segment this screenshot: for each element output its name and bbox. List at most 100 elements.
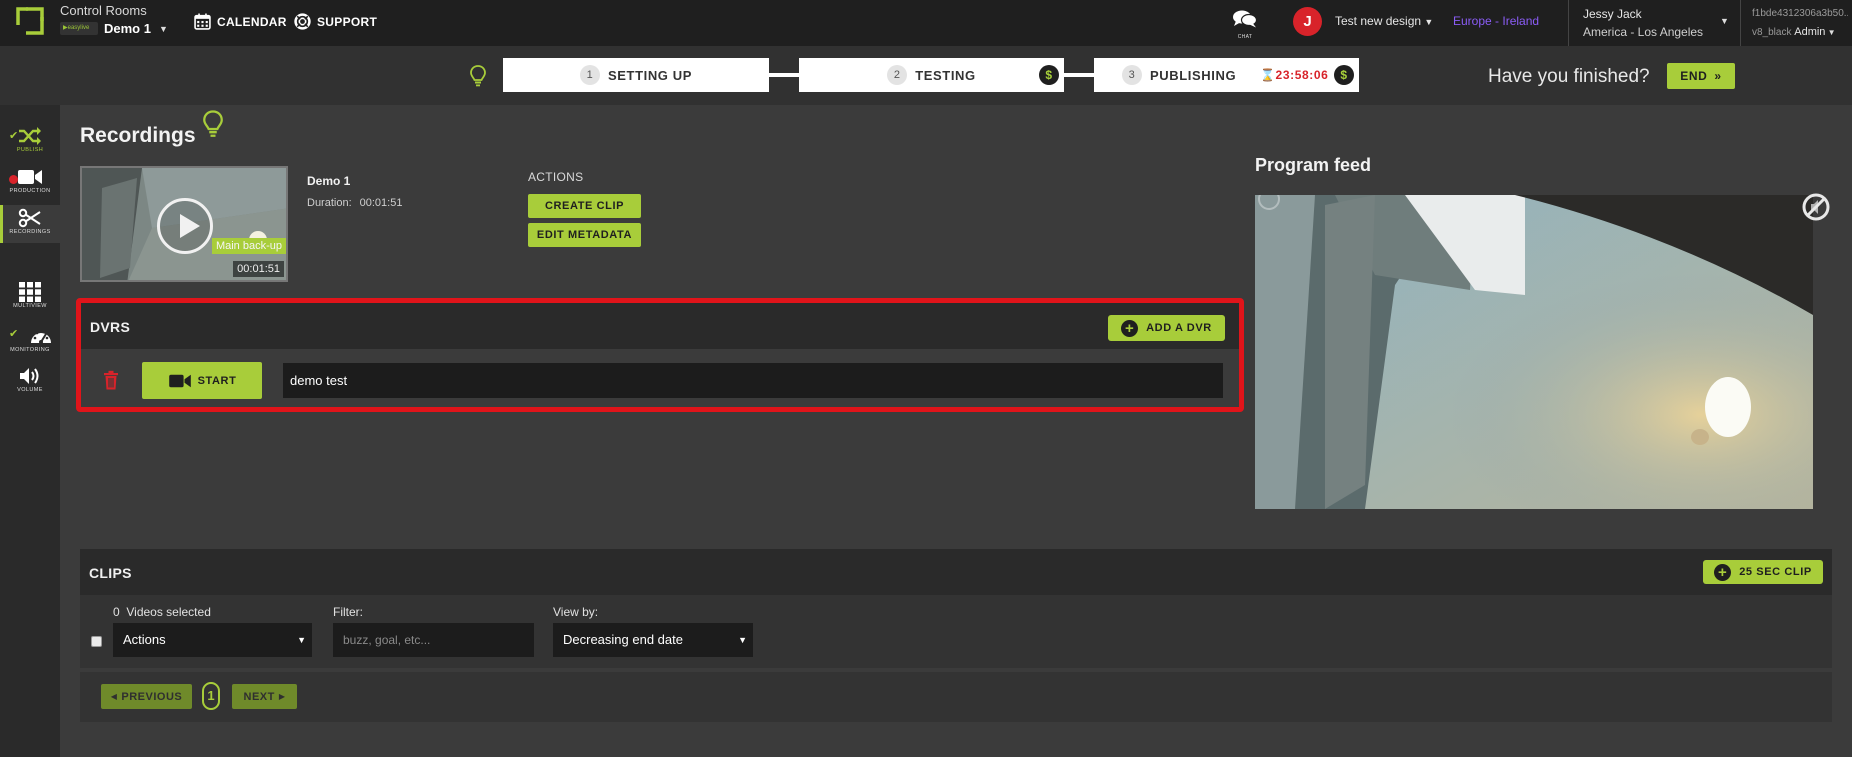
current-page[interactable]: 1 [202,682,220,710]
end-label: END [1680,69,1708,83]
add-clip-label: 25 SEC CLIP [1739,566,1812,578]
dropdown-arrow-icon: ▼ [738,635,747,645]
sidebar-item-label: PRODUCTION [9,188,51,194]
sidebar-item-production[interactable]: PRODUCTION [0,167,60,203]
step-label: SETTING UP [607,67,692,83]
sidebar-item-volume[interactable]: VOLUME [0,366,60,402]
gauge-icon [31,329,51,344]
account-menu[interactable]: f1bde4312306a3b50... v8_black Admin ▼ [1752,5,1848,42]
previous-page-button[interactable]: ◀ PREVIOUS [101,684,192,709]
sidebar-item-label: MONITORING [10,347,50,353]
sidebar-item-recordings[interactable]: RECORDINGS [0,205,60,243]
active-indicator [0,205,3,243]
program-feed-video[interactable] [1255,195,1813,509]
sidebar-item-label: PUBLISH [16,147,44,153]
view-by-value: Decreasing end date [563,632,683,647]
create-clip-button[interactable]: CREATE CLIP [528,194,641,218]
nav-support-label: SUPPORT [317,14,378,29]
nav-support[interactable]: SUPPORT [294,13,377,30]
timer-value: 23:58:06 [1275,68,1329,82]
design-label: Test new design [1335,14,1422,28]
account-name: v8_black [1752,27,1792,38]
step-testing[interactable]: 2 TESTING $ [799,58,1064,92]
clips-title: CLIPS [89,565,132,581]
workflow-step-bar: 1 SETTING UP 2 TESTING $ 3 PUBLISHING ⌛2… [0,46,1852,105]
play-icon[interactable] [157,198,213,254]
recording-thumbnail[interactable]: Main back-up 00:01:51 [80,166,288,282]
selected-count-label: Videos selected [126,605,211,619]
step-number: 2 [887,65,908,85]
step-setting-up[interactable]: 1 SETTING UP [503,58,769,92]
add-25-sec-clip-button[interactable]: + 25 SEC CLIP [1703,560,1823,584]
thumbnail-duration: 00:01:51 [233,261,284,277]
select-all-checkbox[interactable] [91,636,102,647]
app-title: Control Rooms [60,3,147,18]
filter-input[interactable]: buzz, goal, etc... [333,623,534,657]
account-role: Admin [1794,26,1826,38]
sidebar-item-monitoring[interactable]: ✔ MONITORING [0,326,60,362]
room-selector[interactable]: Control Rooms ▶easylive Demo 1 ▼ [60,3,168,36]
dollar-icon: $ [1039,65,1059,85]
program-feed-title: Program feed [1255,155,1372,175]
duration-label: Duration: [307,197,352,209]
mute-icon[interactable] [1800,191,1832,223]
check-icon: ✔ [9,130,19,142]
chat-icon [1233,10,1258,28]
divider [1740,0,1741,46]
selected-count: 0 Videos selected [113,605,211,619]
actions-select-value: Actions [123,632,166,647]
dropdown-arrow-icon: ▼ [297,635,306,645]
end-button[interactable]: END » [1667,63,1735,89]
chevron-down-icon: ▼ [1825,28,1836,37]
pagination-bar [80,672,1832,722]
chevron-left-icon: ◀ [110,692,118,701]
chevron-right-icon: ▶ [278,692,286,701]
avatar[interactable]: J [1293,7,1322,36]
thumbnail-tag: Main back-up [211,238,286,254]
lightbulb-icon[interactable] [470,65,486,87]
next-page-button[interactable]: NEXT ▶ [232,684,297,709]
duration-value: 00:01:51 [359,197,403,209]
account-id: f1bde4312306a3b50... [1752,8,1848,19]
view-by-label: View by: [553,605,599,619]
sidebar: ✔ PUBLISH PRODUCTION RECORDINGS MULTIVIE… [0,105,60,757]
hourglass-icon: ⌛ [1260,68,1276,82]
sidebar-item-label: MULTIVIEW [13,303,47,309]
actions-select[interactable]: Actions ▼ [113,623,312,657]
region-label[interactable]: Europe - Ireland [1453,14,1539,28]
page-title: Recordings [80,124,196,147]
nav-calendar[interactable]: CALENDAR [194,13,287,30]
divider [1568,0,1569,46]
selected-count-value: 0 [113,605,120,619]
user-timezone: America - Los Angeles [1583,25,1704,39]
chat-button[interactable]: CHAT [1230,9,1260,40]
countdown-timer: ⌛23:58:06 [1260,68,1328,82]
room-name: Demo 1 [104,21,151,36]
step-number: 1 [579,65,600,85]
sidebar-item-label: RECORDINGS [9,229,51,235]
design-selector[interactable]: Test new design ▼ [1335,14,1433,28]
lifebuoy-icon [294,13,311,30]
clips-header: CLIPS [80,549,1832,595]
sidebar-item-multiview[interactable]: MULTIVIEW [0,282,60,318]
lightbulb-icon[interactable] [203,110,223,138]
sidebar-item-label: VOLUME [17,387,43,393]
program-feed-image [1255,195,1813,509]
app-logo-icon[interactable] [12,5,48,37]
view-by-select[interactable]: Decreasing end date ▼ [553,623,753,657]
top-bar: Control Rooms ▶easylive Demo 1 ▼ CALENDA… [0,0,1852,46]
sidebar-item-publish[interactable]: ✔ PUBLISH [0,126,60,162]
step-label: TESTING [915,67,976,83]
room-logo-icon: ▶easylive [60,22,98,35]
step-publishing[interactable]: 3 PUBLISHING ⌛23:58:06 $ [1094,58,1359,92]
nav-calendar-label: CALENDAR [217,14,287,29]
edit-metadata-button[interactable]: EDIT METADATA [528,223,641,247]
video-camera-icon [18,170,42,184]
user-menu[interactable]: Jessy Jack America - Los Angeles [1583,5,1703,41]
chevron-down-icon[interactable]: ▼ [1720,16,1729,26]
step-number: 3 [1122,65,1142,85]
speaker-icon [20,368,39,384]
scissors-icon [18,208,41,228]
next-label: NEXT [243,690,275,703]
previous-label: PREVIOUS [121,690,183,703]
